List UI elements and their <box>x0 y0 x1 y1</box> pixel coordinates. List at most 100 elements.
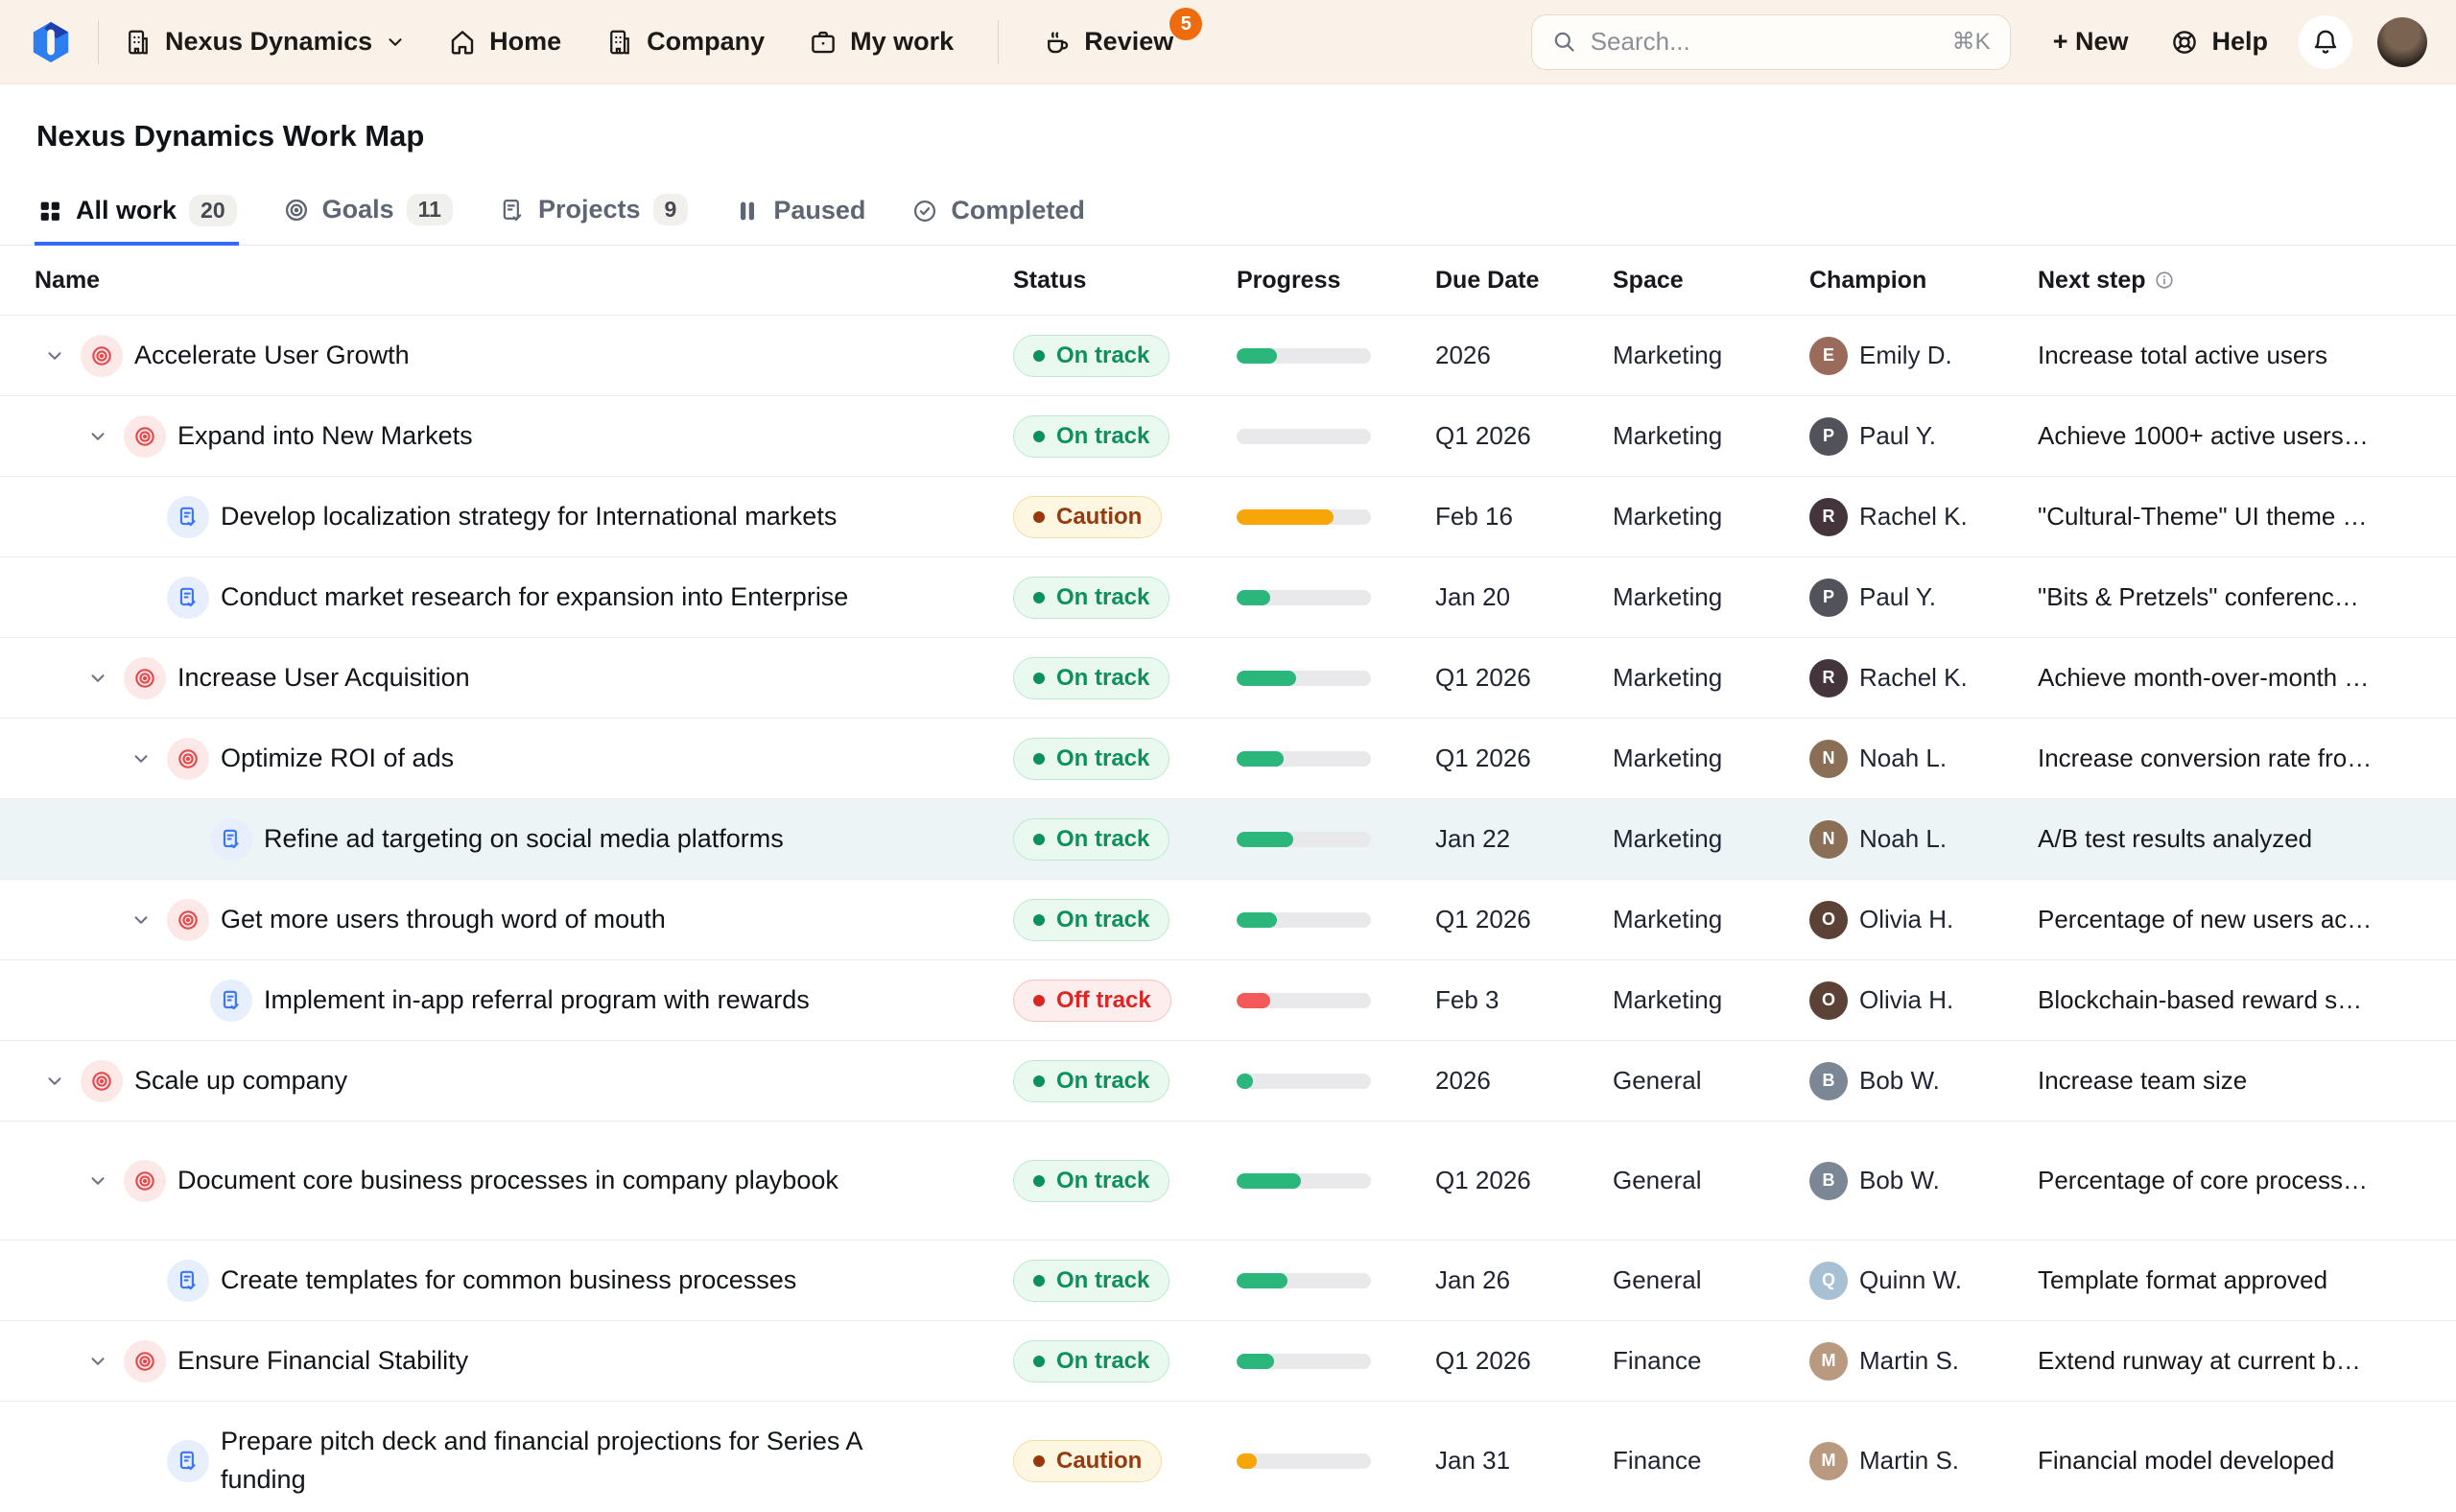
item-name[interactable]: Conduct market research for expansion in… <box>221 579 848 616</box>
champion-cell[interactable]: N Noah L. <box>1809 740 2038 778</box>
table-row[interactable]: Develop localization strategy for Intern… <box>0 476 2456 556</box>
progress-bar[interactable] <box>1237 1453 1371 1469</box>
progress-bar[interactable] <box>1237 509 1371 525</box>
tab-projects[interactable]: Projects 9 <box>497 188 690 245</box>
progress-bar[interactable] <box>1237 993 1371 1008</box>
space-cell[interactable]: Marketing <box>1613 744 1809 773</box>
table-row[interactable]: Prepare pitch deck and financial project… <box>0 1401 2456 1512</box>
status-badge[interactable]: On track <box>1013 738 1169 780</box>
progress-bar[interactable] <box>1237 429 1371 444</box>
expand-chevron-icon[interactable] <box>85 668 110 689</box>
next-step-cell[interactable]: Increase conversion rate fro… <box>2038 744 2456 773</box>
new-button[interactable]: + New <box>2053 27 2129 57</box>
item-name[interactable]: Get more users through word of mouth <box>221 901 666 938</box>
champion-cell[interactable]: P Paul Y. <box>1809 579 2038 617</box>
status-badge[interactable]: On track <box>1013 1160 1169 1202</box>
next-step-cell[interactable]: Percentage of core process… <box>2038 1166 2456 1195</box>
table-row[interactable]: Create templates for common business pro… <box>0 1240 2456 1320</box>
progress-bar[interactable] <box>1237 1074 1371 1089</box>
item-name[interactable]: Implement in-app referral program with r… <box>264 981 810 1019</box>
next-step-cell[interactable]: Blockchain-based reward s… <box>2038 985 2456 1015</box>
item-name[interactable]: Increase User Acquisition <box>177 659 470 697</box>
item-name[interactable]: Prepare pitch deck and financial project… <box>221 1423 935 1498</box>
due-date-cell[interactable]: Feb 3 <box>1435 985 1613 1015</box>
status-badge[interactable]: On track <box>1013 818 1169 861</box>
column-header-next-step[interactable]: Next step <box>2038 267 2456 295</box>
nav-item-home[interactable]: Home <box>448 27 561 57</box>
space-cell[interactable]: General <box>1613 1066 1809 1096</box>
next-step-cell[interactable]: Achieve month-over-month … <box>2038 663 2456 693</box>
champion-cell[interactable]: M Martin S. <box>1809 1442 2038 1480</box>
help-button[interactable]: Help <box>2170 27 2268 57</box>
champion-cell[interactable]: R Rachel K. <box>1809 498 2038 536</box>
expand-chevron-icon[interactable] <box>42 1071 67 1092</box>
progress-bar[interactable] <box>1237 1354 1371 1369</box>
item-name[interactable]: Document core business processes in comp… <box>177 1162 838 1199</box>
nav-item-my-work[interactable]: My work <box>809 27 954 57</box>
champion-cell[interactable]: O Olivia H. <box>1809 981 2038 1020</box>
due-date-cell[interactable]: Feb 16 <box>1435 502 1613 532</box>
table-row[interactable]: Scale up company On track 2026 General B… <box>0 1040 2456 1121</box>
progress-bar[interactable] <box>1237 1273 1371 1288</box>
progress-bar[interactable] <box>1237 832 1371 847</box>
next-step-cell[interactable]: Template format approved <box>2038 1265 2456 1295</box>
table-row[interactable]: Implement in-app referral program with r… <box>0 959 2456 1040</box>
due-date-cell[interactable]: 2026 <box>1435 1066 1613 1096</box>
progress-bar[interactable] <box>1237 671 1371 686</box>
due-date-cell[interactable]: Jan 26 <box>1435 1265 1613 1295</box>
table-row[interactable]: Refine ad targeting on social media plat… <box>0 798 2456 879</box>
column-header-progress[interactable]: Progress <box>1237 267 1435 295</box>
app-logo-icon[interactable] <box>29 20 73 64</box>
column-header-name[interactable]: Name <box>0 267 1013 295</box>
space-cell[interactable]: Marketing <box>1613 824 1809 854</box>
item-name[interactable]: Develop localization strategy for Intern… <box>221 498 837 535</box>
status-badge[interactable]: On track <box>1013 657 1169 699</box>
next-step-cell[interactable]: "Cultural-Theme" UI theme … <box>2038 502 2456 532</box>
column-header-status[interactable]: Status <box>1013 267 1237 295</box>
status-badge[interactable]: On track <box>1013 1060 1169 1102</box>
due-date-cell[interactable]: Q1 2026 <box>1435 1166 1613 1195</box>
progress-bar[interactable] <box>1237 751 1371 767</box>
next-step-cell[interactable]: A/B test results analyzed <box>2038 824 2456 854</box>
next-step-cell[interactable]: Extend runway at current b… <box>2038 1346 2456 1376</box>
next-step-cell[interactable]: Increase total active users <box>2038 341 2456 370</box>
space-cell[interactable]: General <box>1613 1265 1809 1295</box>
table-row[interactable]: Document core business processes in comp… <box>0 1121 2456 1240</box>
item-name[interactable]: Create templates for common business pro… <box>221 1262 796 1299</box>
space-cell[interactable]: Finance <box>1613 1346 1809 1376</box>
item-name[interactable]: Accelerate User Growth <box>134 337 410 374</box>
column-header-space[interactable]: Space <box>1613 267 1809 295</box>
due-date-cell[interactable]: Jan 22 <box>1435 824 1613 854</box>
user-avatar[interactable] <box>2377 17 2427 67</box>
due-date-cell[interactable]: Jan 31 <box>1435 1446 1613 1476</box>
item-name[interactable]: Refine ad targeting on social media plat… <box>264 820 784 858</box>
status-badge[interactable]: On track <box>1013 577 1169 619</box>
tab-completed[interactable]: Completed <box>909 190 1087 245</box>
status-badge[interactable]: Caution <box>1013 496 1162 538</box>
space-cell[interactable]: General <box>1613 1166 1809 1195</box>
space-cell[interactable]: Marketing <box>1613 421 1809 451</box>
space-cell[interactable]: Marketing <box>1613 663 1809 693</box>
champion-cell[interactable]: B Bob W. <box>1809 1162 2038 1200</box>
status-badge[interactable]: On track <box>1013 899 1169 941</box>
due-date-cell[interactable]: Q1 2026 <box>1435 1346 1613 1376</box>
champion-cell[interactable]: N Noah L. <box>1809 820 2038 859</box>
expand-chevron-icon[interactable] <box>129 748 154 769</box>
status-badge[interactable]: On track <box>1013 335 1169 377</box>
table-row[interactable]: Optimize ROI of ads On track Q1 2026 Mar… <box>0 718 2456 798</box>
next-step-cell[interactable]: Achieve 1000+ active users… <box>2038 421 2456 451</box>
nav-item-company[interactable]: Company <box>605 27 765 57</box>
progress-bar[interactable] <box>1237 590 1371 605</box>
tab-goals[interactable]: Goals 11 <box>281 188 455 245</box>
champion-cell[interactable]: B Bob W. <box>1809 1062 2038 1100</box>
status-badge[interactable]: On track <box>1013 415 1169 458</box>
next-step-cell[interactable]: Percentage of new users ac… <box>2038 905 2456 934</box>
tab-all-work[interactable]: All work 20 <box>35 189 239 246</box>
nav-item-review[interactable]: Review 5 <box>1043 27 1173 57</box>
due-date-cell[interactable]: Q1 2026 <box>1435 744 1613 773</box>
next-step-cell[interactable]: Financial model developed <box>2038 1446 2456 1476</box>
progress-bar[interactable] <box>1237 1173 1371 1189</box>
tab-paused[interactable]: Paused <box>732 190 867 245</box>
due-date-cell[interactable]: Q1 2026 <box>1435 663 1613 693</box>
expand-chevron-icon[interactable] <box>42 345 67 366</box>
